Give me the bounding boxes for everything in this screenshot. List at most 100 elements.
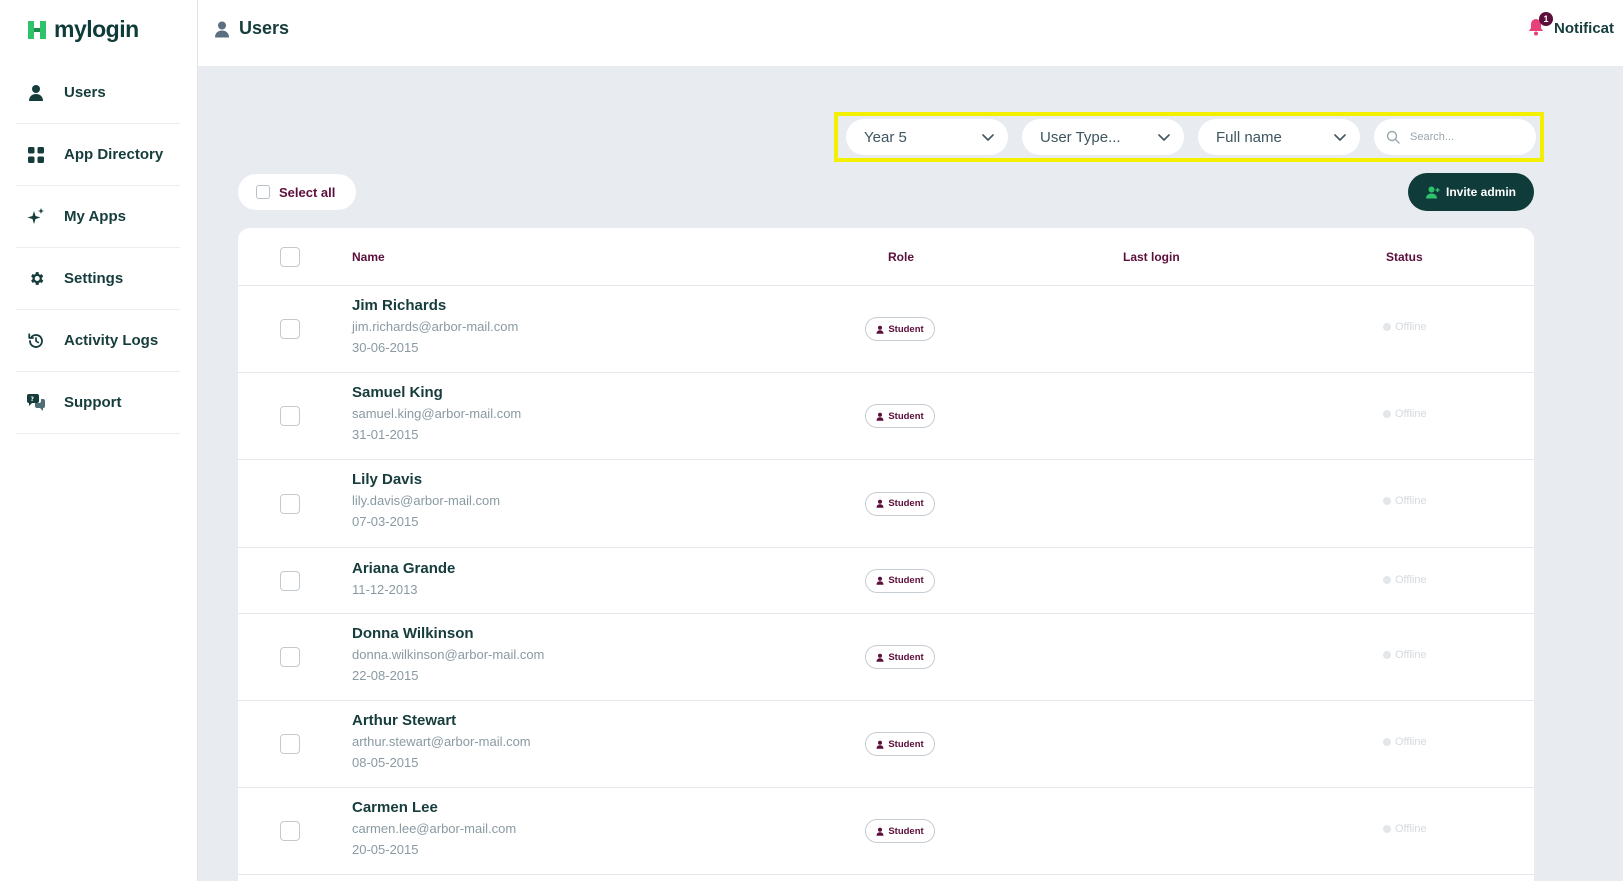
invite-admin-label: Invite admin (1445, 185, 1516, 199)
user-dob: 31-01-2015 (352, 427, 419, 442)
sidebar-item-support[interactable]: ? Support (16, 372, 180, 434)
user-name[interactable]: Jim Richards (352, 296, 518, 316)
sidebar-item-activity-logs[interactable]: Activity Logs (16, 310, 180, 372)
search-input[interactable] (1410, 131, 1520, 143)
status-indicator: Offline (1383, 736, 1427, 748)
user-email: carmen.lee@arbor-mail.com (352, 821, 517, 836)
select-all-button[interactable]: Select all (238, 174, 356, 210)
sidebar-item-label: Settings (64, 270, 124, 287)
user-dob: 22-08-2015 (352, 668, 419, 683)
user-dob: 08-05-2015 (352, 755, 419, 770)
row-checkbox[interactable] (280, 821, 300, 841)
user-dob: 20-05-2015 (352, 842, 419, 857)
header-checkbox[interactable] (280, 246, 300, 267)
status-label: Offline (1395, 408, 1427, 420)
user-info: Arthur Stewart arthur.stewart@arbor-mail… (352, 711, 531, 773)
row-checkbox[interactable] (280, 319, 300, 339)
notifications-label: Notificat (1554, 19, 1614, 37)
user-name[interactable]: Lily Davis (352, 470, 500, 490)
row-checkbox[interactable] (280, 406, 300, 426)
user-icon (876, 740, 884, 749)
sidebar-item-label: Activity Logs (64, 332, 159, 349)
history-icon (26, 331, 46, 351)
sidebar-item-users[interactable]: Users (16, 62, 180, 124)
row-checkbox[interactable] (280, 493, 300, 514)
table-row[interactable]: Arthur Stewart arthur.stewart@arbor-mail… (238, 701, 1534, 788)
invite-admin-button[interactable]: Invite admin (1408, 173, 1534, 211)
logo[interactable]: mylogin (26, 16, 139, 43)
user-name[interactable]: Ariana Grande (352, 559, 455, 579)
status-label: Offline (1395, 495, 1427, 507)
year-select[interactable]: Year 5 (846, 119, 1008, 155)
table-row[interactable]: Carmen Lee carmen.lee@arbor-mail.com 20-… (238, 788, 1534, 875)
sort-select[interactable]: Full name (1198, 119, 1360, 155)
sidebar-item-label: My Apps (64, 208, 126, 225)
sidebar-item-app-directory[interactable]: App Directory (16, 124, 180, 186)
user-icon (215, 21, 229, 37)
user-email: arthur.stewart@arbor-mail.com (352, 734, 531, 749)
role-label: Student (888, 825, 924, 837)
status-indicator: Offline (1383, 823, 1427, 835)
user-name[interactable]: Arthur Stewart (352, 711, 531, 731)
user-name[interactable]: Samuel King (352, 383, 521, 403)
grid-icon (26, 145, 46, 165)
user-type-select[interactable]: User Type... (1022, 119, 1184, 155)
table-row[interactable]: Lily Davis lily.davis@arbor-mail.com 07-… (238, 460, 1534, 548)
status-indicator: Offline (1383, 649, 1427, 661)
user-icon (876, 325, 884, 334)
user-info: Lily Davis lily.davis@arbor-mail.com 07-… (352, 470, 500, 532)
filter-bar: Year 5 User Type... Full name (834, 112, 1544, 162)
user-email: jim.richards@arbor-mail.com (352, 319, 519, 334)
status-label: Offline (1395, 574, 1427, 586)
user-name[interactable]: Carmen Lee (352, 798, 516, 818)
sidebar-item-label: Support (64, 394, 122, 411)
role-label: Student (888, 410, 924, 422)
user-type-select-value: User Type... (1040, 128, 1121, 146)
role-badge: Student (865, 819, 935, 843)
status-dot (1383, 576, 1391, 584)
status-dot (1383, 825, 1391, 833)
table-row[interactable]: Jim Richards jim.richards@arbor-mail.com… (238, 286, 1534, 373)
logo-icon (28, 20, 46, 39)
chevron-down-icon (1334, 134, 1346, 142)
role-label: Student (888, 738, 924, 750)
add-user-icon (1425, 186, 1440, 198)
user-dob: 30-06-2015 (352, 340, 419, 355)
chevron-down-icon (1158, 134, 1170, 142)
column-header-name[interactable]: Name (352, 250, 385, 264)
status-label: Offline (1395, 823, 1427, 835)
column-header-role: Role (888, 249, 915, 264)
role-label: Student (888, 498, 924, 509)
users-table: Name Role Last login Status Jim Richards… (238, 228, 1534, 881)
role-label: Student (888, 575, 924, 586)
role-badge: Student (865, 645, 935, 669)
status-label: Offline (1395, 649, 1427, 661)
status-label: Offline (1395, 321, 1427, 333)
user-icon (876, 576, 884, 585)
sidebar-item-label: App Directory (64, 146, 164, 163)
svg-text:?: ? (31, 396, 35, 403)
select-all-checkbox[interactable] (256, 185, 270, 199)
status-dot (1383, 410, 1391, 418)
status-label: Offline (1395, 736, 1427, 748)
sidebar-item-my-apps[interactable]: My Apps (16, 186, 180, 248)
column-header-last-login: Last login (1123, 249, 1180, 264)
row-checkbox[interactable] (280, 647, 300, 667)
row-checkbox[interactable] (280, 570, 300, 591)
table-row[interactable]: Ariana Grande 11-12-2013 Student Offline (238, 548, 1534, 614)
notifications-button[interactable]: 1 Notificat (1528, 12, 1614, 38)
table-row[interactable]: Donna Wilkinson donna.wilkinson@arbor-ma… (238, 614, 1534, 701)
user-icon (26, 83, 46, 103)
user-dob: 11-12-2013 (352, 582, 418, 597)
user-icon (876, 827, 884, 836)
user-name[interactable]: Donna Wilkinson (352, 624, 544, 644)
status-indicator: Offline (1383, 495, 1427, 507)
user-info: Donna Wilkinson donna.wilkinson@arbor-ma… (352, 624, 544, 686)
role-badge: Student (865, 491, 935, 516)
user-email: samuel.king@arbor-mail.com (352, 406, 522, 421)
status-dot (1383, 497, 1391, 505)
role-badge: Student (865, 568, 935, 593)
table-row[interactable]: Samuel King samuel.king@arbor-mail.com 3… (238, 373, 1534, 460)
row-checkbox[interactable] (280, 734, 300, 754)
sidebar-item-settings[interactable]: Settings (16, 248, 180, 310)
